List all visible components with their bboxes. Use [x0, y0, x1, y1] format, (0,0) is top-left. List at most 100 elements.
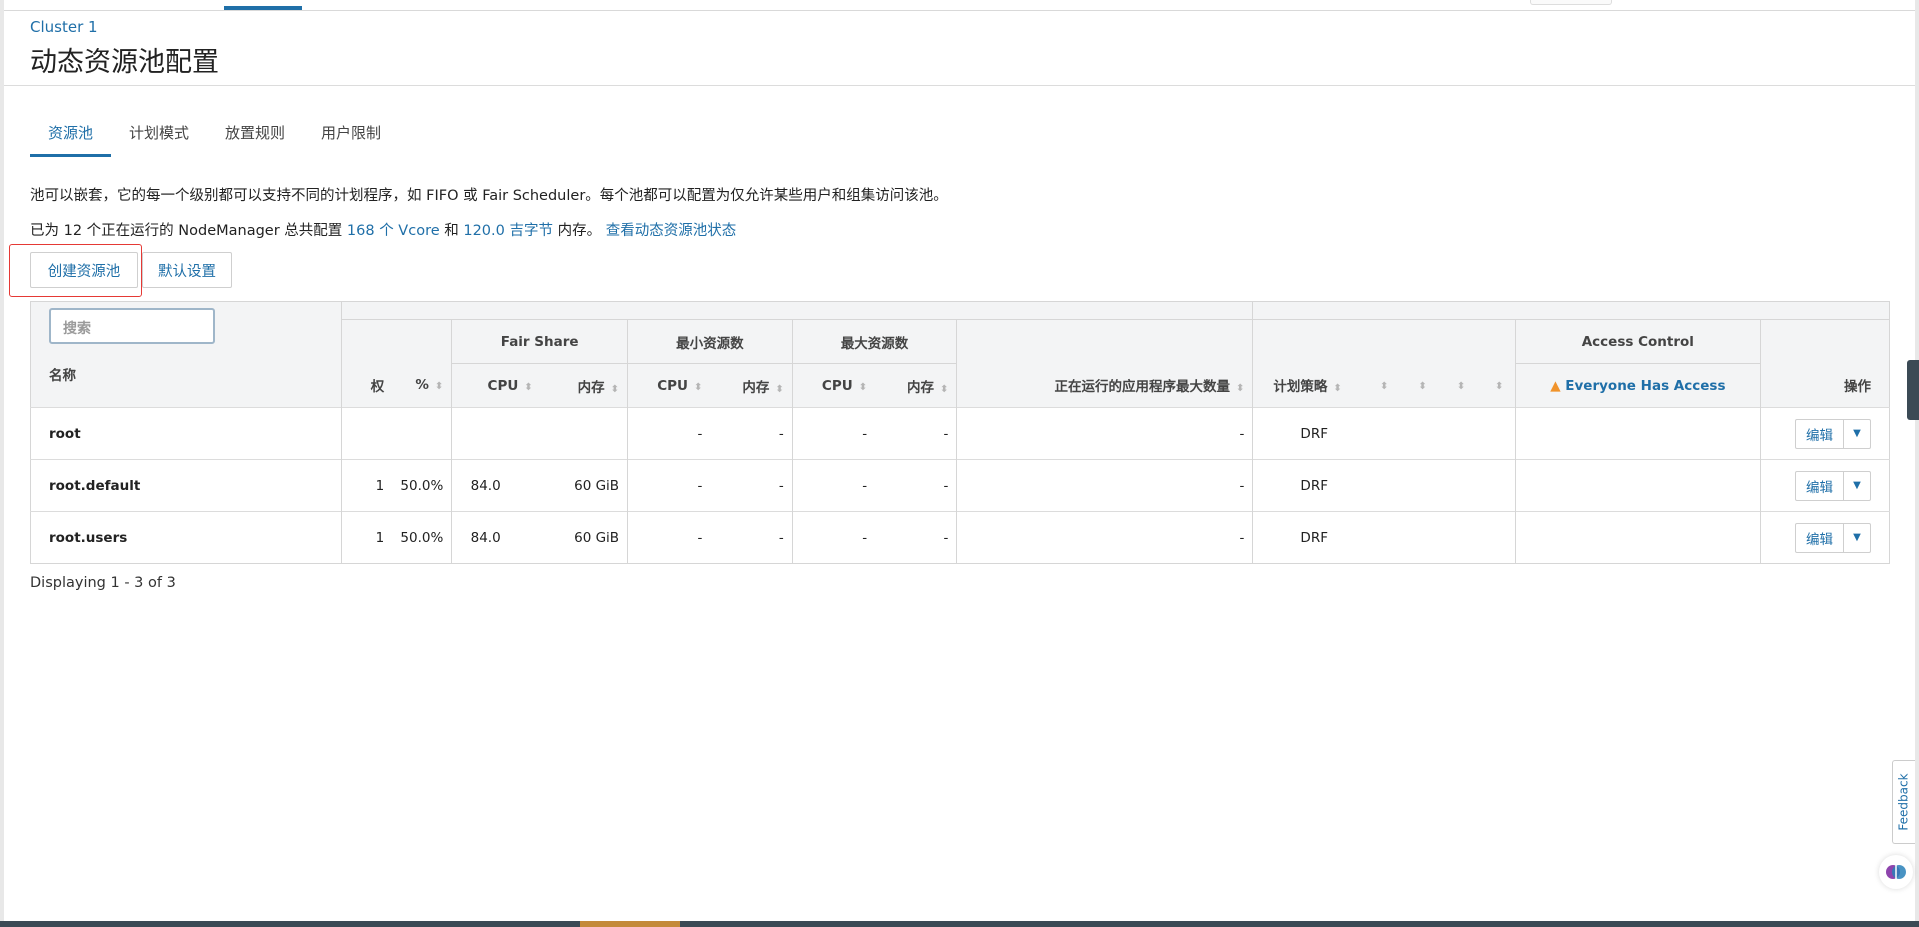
min-resources-group-header: 最小资源数 — [627, 319, 793, 364]
bottom-bar — [0, 921, 1919, 927]
weight-cell: 1 — [341, 459, 393, 512]
caret-down-icon[interactable]: ▼ — [1844, 524, 1870, 552]
column-sort-1[interactable]: ⬍ — [1362, 364, 1400, 408]
vcore-link[interactable]: 168 个 Vcore — [347, 223, 440, 239]
tab-resource-pools[interactable]: 资源池 — [30, 118, 112, 157]
min-mem-cell: - — [710, 407, 793, 460]
policy-cell: DRF — [1252, 407, 1363, 460]
column-weight-header[interactable]: 权 — [341, 363, 393, 408]
percent-cell: 50.0% — [392, 459, 452, 512]
fs-mem-cell: 60 GiB — [540, 511, 628, 564]
max-mem-cell: - — [875, 407, 957, 460]
column-access-header[interactable]: ▲ Everyone Has Access — [1515, 363, 1761, 408]
min-mem-cell: - — [710, 511, 793, 564]
sort-icon: ⬍ — [1380, 381, 1389, 393]
column-max-apps-header[interactable]: 正在运行的应用程序最大数量 ⬍ — [956, 363, 1253, 408]
sort-icon: ⬍ — [1418, 381, 1427, 393]
memory-link[interactable]: 120.0 吉字节 — [463, 223, 553, 239]
percent-cell: 50.0% — [392, 511, 452, 564]
access-cell — [1515, 459, 1761, 512]
column-max-cpu-header[interactable]: CPU ⬍ — [791, 363, 876, 408]
pool-name[interactable]: root.default — [30, 459, 342, 512]
column-min-mem-header[interactable]: 内存 ⬍ — [710, 364, 792, 408]
edit-button[interactable]: 编辑 — [1796, 471, 1844, 500]
breadcrumb[interactable]: Cluster 1 — [30, 18, 98, 36]
percent-cell — [392, 407, 452, 460]
column-fs-mem-header[interactable]: 内存 ⬍ — [541, 364, 628, 408]
brain-icon — [1886, 865, 1906, 879]
summary-suffix: 内存。 — [557, 223, 602, 239]
edit-split-button: 编辑 ▼ — [1795, 418, 1871, 449]
fs-cpu-cell: 84.0 — [451, 511, 541, 564]
assistant-icon[interactable] — [1879, 855, 1913, 889]
create-pool-button[interactable]: 创建资源池 — [30, 252, 138, 288]
memory-label: 内存 — [742, 379, 770, 396]
sort-icon: ⬍ — [1494, 381, 1504, 393]
table-row: root.users 1 50.0% 84.0 60 GiB - - - - -… — [30, 511, 1890, 564]
sort-icon: ⬍ — [610, 383, 620, 395]
weight-label: 权 — [370, 379, 385, 396]
access-control-group-header: Access Control — [1515, 319, 1761, 364]
pool-name[interactable]: root.users — [30, 511, 342, 564]
max-mem-cell: - — [875, 459, 957, 512]
cpu-label: CPU — [487, 377, 519, 394]
title-divider — [4, 85, 1915, 86]
top-nav-divider — [4, 10, 1915, 11]
max-resources-group-header: 最大资源数 — [791, 319, 957, 364]
edit-split-button: 编辑 ▼ — [1795, 470, 1871, 501]
everyone-has-access-link[interactable]: Everyone Has Access — [1565, 378, 1725, 394]
column-fs-cpu-header[interactable]: CPU ⬍ — [451, 363, 541, 408]
column-policy-header[interactable]: 计划策略 ⬍ — [1252, 363, 1363, 408]
memory-label: 内存 — [577, 379, 605, 396]
side-panel-handle[interactable] — [1907, 360, 1919, 420]
memory-label: 内存 — [907, 379, 935, 396]
fs-mem-cell: 60 GiB — [540, 459, 628, 512]
max-cpu-cell: - — [791, 407, 876, 460]
max-cpu-cell: - — [791, 511, 876, 564]
column-sort-4[interactable]: ⬍ — [1477, 364, 1515, 408]
access-cell — [1515, 407, 1761, 460]
pool-name[interactable]: root — [30, 407, 342, 460]
policy-label: 计划策略 — [1273, 379, 1328, 396]
column-percent-header[interactable]: % ⬍ — [392, 364, 452, 408]
feedback-tab[interactable]: Feedback — [1892, 760, 1915, 844]
tab-bar: 资源池 计划模式 放置规则 用户限制 — [30, 118, 399, 157]
left-frame — [0, 0, 4, 927]
resource-pool-table: 搜索 名称 Fair Share 最小资源数 最大资源数 Access Cont… — [30, 301, 1890, 564]
sort-icon: ⬍ — [694, 381, 703, 393]
sort-icon: ⬍ — [775, 383, 784, 395]
sort-icon: ⬍ — [1236, 383, 1245, 395]
sort-icon: ⬍ — [524, 381, 533, 393]
sort-icon: ⬍ — [434, 381, 444, 393]
tab-schedule-mode[interactable]: 计划模式 — [111, 118, 207, 157]
actions-cell: 编辑 ▼ — [1760, 407, 1890, 460]
column-sort-2[interactable]: ⬍ — [1400, 364, 1438, 408]
right-frame — [1915, 0, 1919, 927]
min-cpu-cell: - — [627, 511, 711, 564]
max-apps-cell: - — [956, 459, 1253, 512]
default-settings-button[interactable]: 默认设置 — [142, 252, 232, 288]
edit-button[interactable]: 编辑 — [1796, 419, 1844, 448]
summary-prefix: 已为 12 个正在运行的 NodeManager 总共配置 — [30, 223, 343, 239]
sort-icon: ⬍ — [940, 383, 949, 395]
column-min-cpu-header[interactable]: CPU ⬍ — [627, 363, 711, 408]
edit-button[interactable]: 编辑 — [1796, 523, 1844, 552]
min-mem-cell: - — [710, 459, 793, 512]
warning-icon: ▲ — [1550, 377, 1561, 394]
table-row: root - - - - - DRF 编辑 ▼ — [30, 407, 1890, 460]
edit-split-button: 编辑 ▼ — [1795, 522, 1871, 553]
tab-user-limits[interactable]: 用户限制 — [303, 118, 399, 157]
top-nav-control[interactable] — [1530, 0, 1612, 5]
max-apps-cell: - — [956, 407, 1253, 460]
caret-down-icon[interactable]: ▼ — [1844, 420, 1870, 448]
column-max-mem-header[interactable]: 内存 ⬍ — [875, 364, 957, 408]
tab-placement-rules[interactable]: 放置规则 — [207, 118, 303, 157]
weight-cell: 1 — [341, 511, 393, 564]
caret-down-icon[interactable]: ▼ — [1844, 472, 1870, 500]
search-input[interactable]: 搜索 — [49, 308, 215, 344]
column-sort-3[interactable]: ⬍ — [1439, 364, 1477, 408]
fs-cpu-cell: 84.0 — [451, 459, 541, 512]
fs-cpu-cell — [451, 407, 541, 460]
column-name-header[interactable]: 名称 — [31, 344, 341, 384]
pool-status-link[interactable]: 查看动态资源池状态 — [606, 223, 737, 239]
